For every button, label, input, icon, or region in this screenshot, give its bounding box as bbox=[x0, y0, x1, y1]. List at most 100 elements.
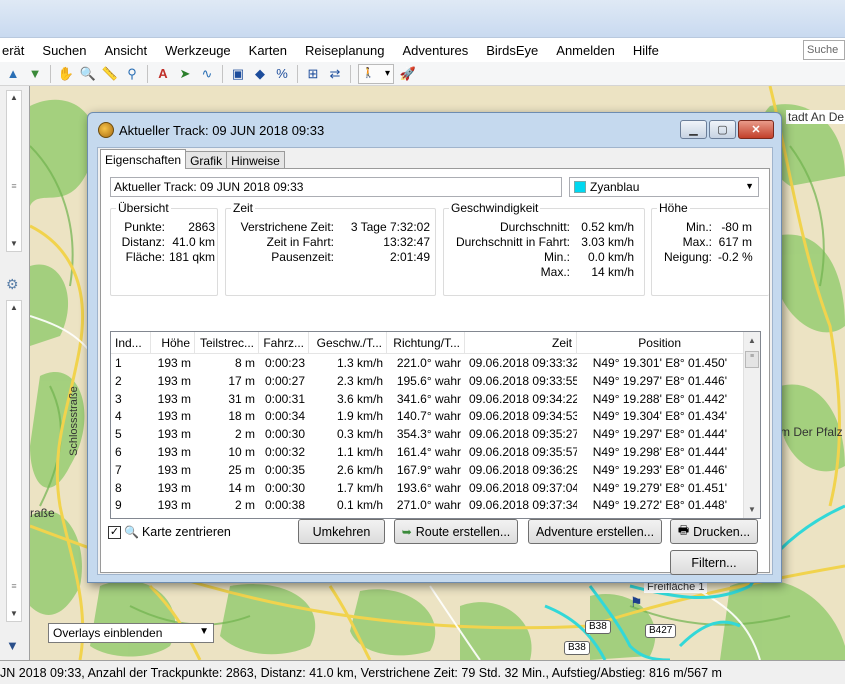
track-icon[interactable]: ∿ bbox=[197, 64, 217, 84]
menu-karten[interactable]: Karten bbox=[240, 43, 296, 58]
scroll-down-icon[interactable]: ▼ bbox=[7, 607, 21, 621]
search-input[interactable]: Suche bbox=[803, 40, 845, 60]
scroll-up-icon[interactable]: ▲ bbox=[744, 332, 760, 349]
speed-value: 0.0 km/h bbox=[587, 250, 634, 264]
menu-hilfe[interactable]: Hilfe bbox=[624, 43, 668, 58]
menu-werkzeuge[interactable]: Werkzeuge bbox=[156, 43, 240, 58]
table-row[interactable]: 2 193 m 17 m 0:00:27 2.3 km/h 195.6° wahr 09.0… bbox=[111, 372, 760, 390]
overlays-select[interactable]: Overlays einblenden ▼ bbox=[48, 623, 214, 643]
menu-adventures[interactable]: Adventures bbox=[393, 43, 477, 58]
color-select[interactable]: Zyanblau ▼ bbox=[569, 177, 759, 197]
table-scrollbar[interactable]: ▲ ≡ ▼ bbox=[743, 332, 760, 518]
scroll-up-icon[interactable]: ▲ bbox=[7, 91, 21, 105]
tab-hinweise[interactable]: Hinweise bbox=[226, 151, 285, 169]
create-adventure-button[interactable]: Adventure erstellen... bbox=[528, 519, 662, 544]
waypoint-icon[interactable]: ➤ bbox=[175, 64, 195, 84]
cell-height: 193 m bbox=[157, 356, 191, 370]
track-name-input[interactable]: Aktueller Track: 09 JUN 2018 09:33 bbox=[110, 177, 562, 197]
column-header-index[interactable]: Ind... bbox=[111, 332, 151, 353]
column-header-height[interactable]: Höhe bbox=[151, 332, 195, 353]
column-header-time[interactable]: Zeit bbox=[465, 332, 577, 353]
center-map-checkbox-row[interactable]: ✓ 🔍 Karte zentrieren bbox=[108, 525, 231, 539]
overview-row: Punkte: 2863 bbox=[113, 220, 215, 234]
height-value: -80 m bbox=[721, 220, 752, 234]
table-row[interactable]: 1 193 m 8 m 0:00:23 1.3 km/h 221.0° wahr 09.06… bbox=[111, 354, 760, 372]
table-row[interactable]: 9 193 m 2 m 0:00:38 0.1 km/h 271.0° wahr 09.06… bbox=[111, 496, 760, 514]
scroll-down-icon[interactable]: ▼ bbox=[744, 501, 760, 518]
table-body: 1 193 m 8 m 0:00:23 1.3 km/h 221.0° wahr 09.06… bbox=[111, 354, 760, 514]
menubar: erät Suchen Ansicht Werkzeuge Karten Rei… bbox=[0, 38, 845, 62]
table-row[interactable]: 5 193 m 2 m 0:00:30 0.3 km/h 354.3° wahr 09.06… bbox=[111, 425, 760, 443]
table-row[interactable]: 7 193 m 25 m 0:00:35 2.6 km/h 167.9° wahr 09.0… bbox=[111, 461, 760, 479]
cell-position: N49° 19.301' E8° 01.450' bbox=[592, 356, 727, 370]
center-map-checkbox[interactable]: ✓ bbox=[108, 525, 121, 539]
left-scrollbar-top[interactable]: ▲ ≡ ▼ bbox=[6, 90, 22, 252]
menu-birdseye[interactable]: BirdsEye bbox=[477, 43, 547, 58]
left-scrollbar-bottom[interactable]: ▲ ≡ ▼ bbox=[6, 300, 22, 622]
cell-height: 193 m bbox=[157, 373, 191, 388]
hand-tool-icon[interactable]: ✋ bbox=[56, 64, 76, 84]
reverse-button[interactable]: Umkehren bbox=[298, 519, 385, 544]
height-key: Neigung: bbox=[663, 250, 712, 264]
table-row[interactable]: 3 193 m 31 m 0:00:31 3.6 km/h 341.6° wahr 09.0… bbox=[111, 390, 760, 408]
cell-drive-time: 0:00:32 bbox=[264, 444, 305, 459]
rectangle-select-icon[interactable]: ▣ bbox=[228, 64, 248, 84]
time-key: Zeit in Fahrt: bbox=[266, 235, 334, 249]
tab-eigenschaften[interactable]: Eigenschaften bbox=[100, 149, 187, 169]
cell-index: 7 bbox=[115, 462, 122, 477]
cell-direction: 354.3° wahr bbox=[396, 427, 461, 442]
column-header-drive-time[interactable]: Fahrz... bbox=[259, 332, 309, 353]
cell-index: 6 bbox=[115, 444, 122, 459]
column-header-position[interactable]: Position bbox=[577, 332, 711, 353]
send-icon[interactable]: ▲ bbox=[3, 64, 23, 84]
column-header-direction[interactable]: Richtung/T... bbox=[387, 332, 465, 353]
flag-icon[interactable]: ⚑ bbox=[630, 594, 643, 611]
zoom-icon[interactable]: 🔍 bbox=[78, 64, 98, 84]
table-row[interactable]: 6 193 m 10 m 0:00:32 1.1 km/h 161.4° wahr 09.0… bbox=[111, 443, 760, 461]
tab-grafik[interactable]: Grafik bbox=[185, 151, 228, 169]
menu-reiseplanung[interactable]: Reiseplanung bbox=[296, 43, 394, 58]
scroll-thumb[interactable]: ≡ bbox=[745, 351, 759, 368]
measure-icon[interactable]: 📏 bbox=[100, 64, 120, 84]
overview-value: 181 qkm bbox=[168, 250, 215, 264]
time-value: 13:32:47 bbox=[383, 235, 430, 249]
sync-icon[interactable]: ⇄ bbox=[325, 64, 345, 84]
minimize-button[interactable]: ▁ bbox=[680, 120, 707, 139]
trackpoint-table: Ind... Höhe Teilstrec... Fahrz... Geschw… bbox=[110, 331, 761, 519]
column-header-segment[interactable]: Teilstrec... bbox=[195, 332, 259, 353]
create-route-button[interactable]: ➥ Route erstellen... bbox=[394, 519, 518, 544]
select-icon[interactable]: ⚲ bbox=[122, 64, 142, 84]
rocket-icon[interactable]: 🚀 bbox=[398, 64, 418, 84]
grid-icon[interactable]: ⊞ bbox=[303, 64, 323, 84]
table-row[interactable]: 8 193 m 14 m 0:00:30 1.7 km/h 193.6° wahr 09.0… bbox=[111, 479, 760, 497]
maximize-button[interactable]: ▢ bbox=[709, 120, 736, 139]
cell-index: 2 bbox=[115, 373, 122, 388]
column-header-speed[interactable]: Geschw./T... bbox=[309, 332, 387, 353]
cell-drive-time: 0:00:31 bbox=[264, 391, 305, 406]
menu-suchen[interactable]: Suchen bbox=[33, 43, 95, 58]
menu-geraet[interactable]: erät bbox=[0, 43, 33, 58]
scroll-down-icon[interactable]: ▼ bbox=[7, 237, 21, 251]
gear-icon[interactable]: ⚙ bbox=[6, 276, 19, 293]
cell-direction: 341.6° wahr bbox=[396, 391, 461, 406]
scroll-up-icon[interactable]: ▲ bbox=[7, 301, 21, 315]
3d-view-icon[interactable]: ◆ bbox=[250, 64, 270, 84]
speed-key: Durchschnitt in Fahrt: bbox=[455, 235, 570, 249]
print-button[interactable]: 🖶 Drucken... bbox=[670, 519, 758, 544]
time-value: 3 Tage 7:32:02 bbox=[350, 220, 430, 234]
scroll-grip-icon: ≡ bbox=[11, 581, 17, 591]
menu-anmelden[interactable]: Anmelden bbox=[547, 43, 624, 58]
receive-icon[interactable]: ▼ bbox=[25, 64, 45, 84]
dialog-body: Eigenschaften Grafik Hinweise Aktueller … bbox=[97, 147, 773, 575]
menu-ansicht[interactable]: Ansicht bbox=[96, 43, 157, 58]
filter-button[interactable]: Filtern... bbox=[670, 550, 758, 575]
text-tool-icon[interactable]: A bbox=[153, 64, 173, 84]
filter-icon[interactable]: ▼ bbox=[6, 638, 19, 653]
profile-dropdown[interactable]: 🚶 ▾ bbox=[358, 63, 394, 84]
percent-icon[interactable]: % bbox=[272, 64, 292, 84]
toolbar-separator bbox=[350, 64, 351, 83]
table-row[interactable]: 4 193 m 18 m 0:00:34 1.9 km/h 140.7° wahr 09.0… bbox=[111, 407, 760, 425]
close-button[interactable]: ✕ bbox=[738, 120, 774, 139]
speed-value: 0.52 km/h bbox=[581, 220, 634, 234]
dialog-titlebar[interactable]: Aktueller Track: 09 JUN 2018 09:33 ▁ ▢ ✕ bbox=[88, 113, 781, 147]
